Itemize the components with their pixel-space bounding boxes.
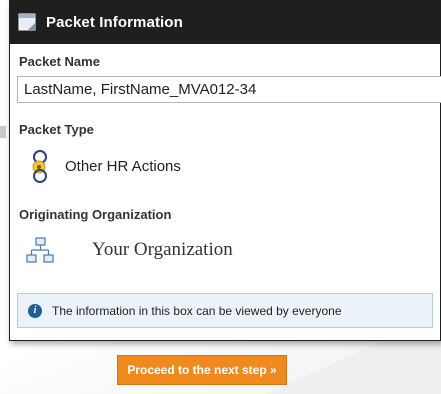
packet-name-label: Packet Name: [19, 54, 100, 69]
proceed-next-step-button[interactable]: Proceed to the next step »: [117, 355, 287, 385]
hr-actions-icon: [32, 150, 47, 183]
panel-title: Packet Information: [46, 13, 183, 31]
info-icon: i: [28, 303, 42, 318]
packet-type-label: Packet Type: [19, 122, 94, 137]
org-chart-icon: [26, 237, 54, 263]
side-marker: [0, 126, 6, 138]
packet-type-value: Other HR Actions: [65, 158, 181, 175]
packet-info-panel: Packet Information Packet Name Packet Ty…: [9, 0, 441, 341]
originating-org-value: Your Organization: [92, 239, 233, 260]
info-text: The information in this box can be viewe…: [52, 303, 342, 318]
info-box: i The information in this box can be vie…: [17, 293, 433, 328]
panel-header: Packet Information: [10, 0, 440, 44]
document-icon: [18, 13, 36, 31]
packet-name-input[interactable]: [17, 76, 441, 103]
originating-org-label: Originating Organization: [19, 207, 172, 222]
